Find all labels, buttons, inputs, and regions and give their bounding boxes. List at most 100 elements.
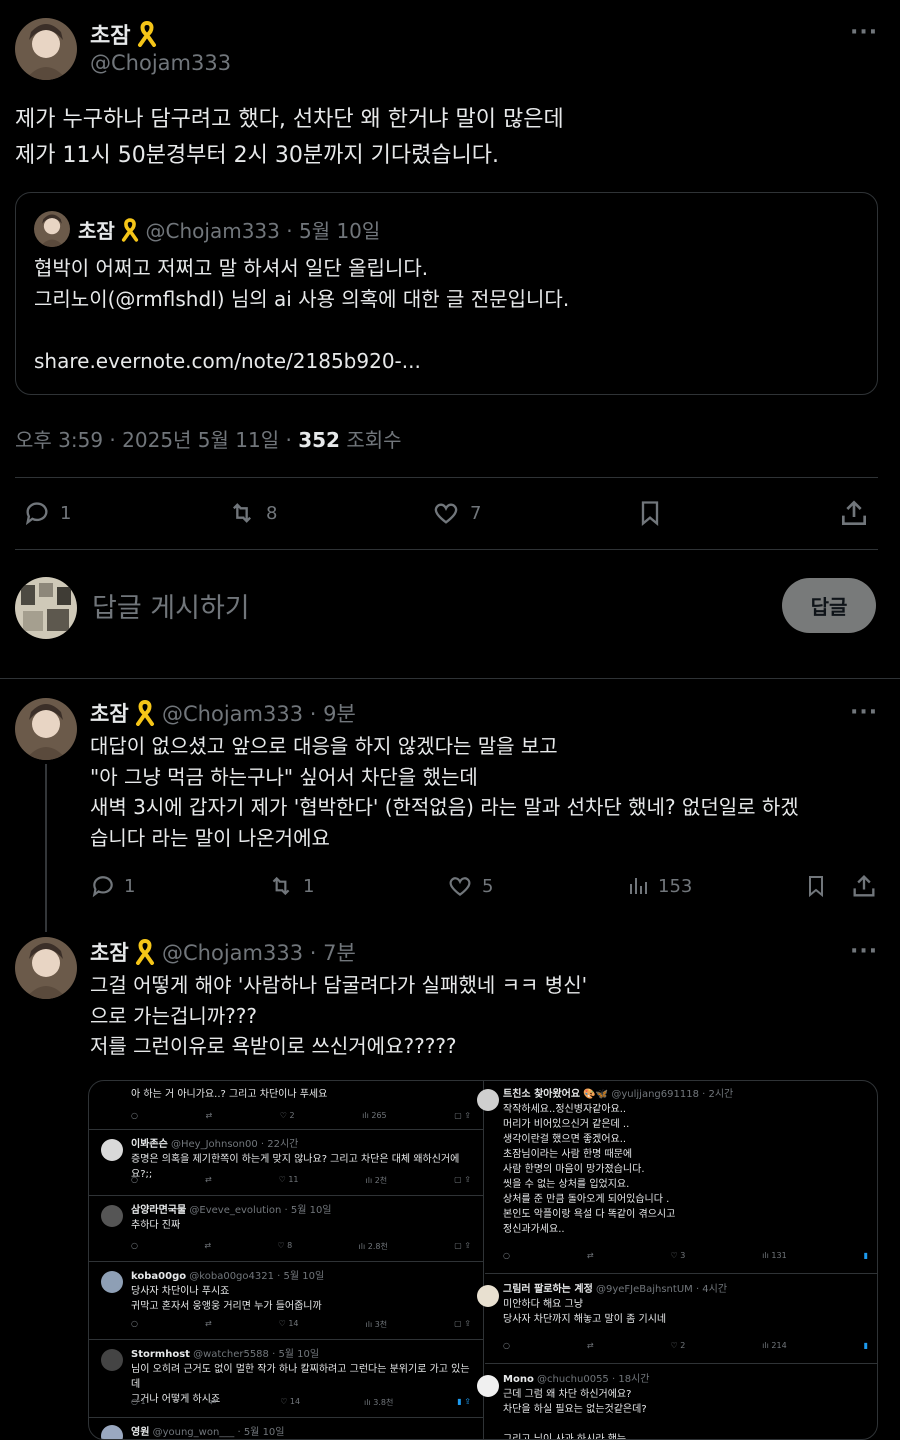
image-commenter-avatar <box>477 1089 499 1111</box>
quoted-text-line: 그리노이(@rmflshdl) 님의 ai 사용 의혹에 대한 글 전문입니다. <box>34 287 570 311</box>
quoted-date: · 5월 10일 <box>286 219 381 243</box>
reply-header: 초잠 @Chojam333 · 9분 <box>90 698 356 731</box>
tweet-timestamp[interactable]: 오후 3:59 · 2025년 5월 11일 · <box>15 428 292 452</box>
more-options-icon[interactable]: ··· <box>850 20 878 45</box>
heart-icon <box>449 877 471 897</box>
repost-count: 8 <box>266 502 278 524</box>
bookmark-button[interactable] <box>636 497 664 529</box>
image-comment-actions: ○ 1 ⇄ ♡ 14 ılı 3.8천 ▮ ⇪ <box>131 1397 471 1407</box>
image-comment: 영원 @young_won___ · 5월 10일 <box>131 1427 285 1438</box>
views-label: 조회수 <box>346 428 402 452</box>
reply-icon <box>92 876 113 898</box>
thread-line <box>45 764 47 932</box>
image-comment: Mono @chuchu0055 · 18시간 근데 그럼 왜 차단 하신거에요… <box>503 1374 650 1440</box>
image-comment-actions: ○ ⇄ ♡ 2 ılı 265 ▢ ⇪ <box>131 1111 471 1120</box>
reply-header: 초잠 @Chojam333 · 7분 <box>90 937 356 970</box>
quoted-author-handle: @Chojam333 <box>145 219 280 243</box>
reply-text: 대답이 없으셨고 앞으로 대응을 하지 않겠다는 말을 보고 "아 그냥 먹금 … <box>90 731 799 853</box>
reply-count: 1 <box>124 875 136 897</box>
image-comment-actions: ○ ⇄ ♡ 8 ılı 2.8천 ▢ ⇪ <box>131 1241 471 1251</box>
like-count: 5 <box>482 875 494 897</box>
reply-author-avatar[interactable] <box>15 698 77 760</box>
reply-text-line: "아 그냥 먹금 하는구나" 싶어서 차단을 했는데 <box>90 764 478 789</box>
image-commenter-avatar <box>101 1425 123 1439</box>
tweet-text-line: 제가 누구하나 담구려고 했다, 선차단 왜 한거냐 말이 많은데 <box>15 107 564 132</box>
reply-button[interactable]: 1 <box>22 499 71 527</box>
like-button[interactable]: 7 <box>430 499 481 527</box>
image-commenter-avatar <box>477 1375 499 1397</box>
share-icon <box>842 500 866 525</box>
views-icon <box>630 878 647 894</box>
my-avatar[interactable] <box>15 577 77 639</box>
yellow-ribbon-icon <box>135 699 155 731</box>
share-icon <box>853 875 875 897</box>
reply-input[interactable]: 답글 게시하기 <box>92 586 250 625</box>
image-commenter-avatar <box>101 1139 123 1161</box>
reply-count: 1 <box>60 502 72 524</box>
tweet-meta: 오후 3:59 · 2025년 5월 11일 · 352 조회수 <box>15 424 402 453</box>
quoted-author-name: 초잠 <box>78 219 115 243</box>
author-name[interactable]: 초잠 <box>90 24 130 49</box>
image-comment-actions: ○ ⇄ ♡ 3 ılı 131 ▮ <box>503 1251 868 1260</box>
reply-text-line: 습니다 라는 말이 나온거에요 <box>90 825 330 850</box>
reply-author-avatar[interactable] <box>15 937 77 999</box>
quoted-text: 협박이 어쩌고 저쩌고 말 하셔서 일단 올립니다. 그리노이(@rmflshd… <box>34 253 569 377</box>
reply-button[interactable]: 1 <box>90 873 135 899</box>
image-comment-actions: ○ ⇄ ♡ 2 ılı 214 ▮ <box>503 1341 868 1350</box>
yellow-ribbon-icon <box>135 938 155 970</box>
image-comment: 아 하는 거 아니가요..? 그리고 차단이나 푸세요 <box>131 1089 328 1100</box>
author-handle[interactable]: @Chojam333 <box>90 51 231 75</box>
more-options-icon[interactable]: ··· <box>850 700 878 725</box>
bookmark-button[interactable] <box>804 872 828 900</box>
reply-time[interactable]: · 7분 <box>310 941 356 965</box>
yellow-ribbon-icon <box>137 20 157 53</box>
quoted-header: 초잠 @Chojam333 · 5월 10일 <box>78 215 380 247</box>
author-avatar[interactable] <box>15 18 77 80</box>
reply-icon <box>25 502 48 526</box>
attached-image[interactable]: 아 하는 거 아니가요..? 그리고 차단이나 푸세요 ○ ⇄ ♡ 2 ılı 265… <box>88 1080 878 1440</box>
image-comment-actions: ○ ⇄ ♡ 11 ılı 2천 ▢ ⇪ <box>131 1175 471 1185</box>
image-left-column: 아 하는 거 아니가요..? 그리고 차단이나 푸세요 ○ ⇄ ♡ 2 ılı 265… <box>89 1081 484 1439</box>
repost-button[interactable]: 1 <box>267 873 314 899</box>
more-options-icon[interactable]: ··· <box>850 939 878 964</box>
reply-author-name[interactable]: 초잠 <box>90 702 129 726</box>
reply-author-name[interactable]: 초잠 <box>90 941 129 965</box>
divider <box>0 678 900 679</box>
image-commenter-avatar <box>101 1205 123 1227</box>
image-comment-actions: ○ ⇄ ♡ 14 ılı 3천 ▢ ⇪ <box>131 1319 471 1329</box>
reply-submit-button[interactable]: 답글 <box>782 578 876 633</box>
repost-count: 1 <box>303 875 315 897</box>
heart-icon <box>434 503 458 524</box>
reply-text-line: 저를 그런이유로 욕받이로 쓰신거에요????? <box>90 1034 457 1058</box>
bookmark-icon <box>641 501 659 526</box>
repost-button[interactable]: 8 <box>226 499 277 527</box>
reply-text-line: 새벽 3시에 갑자기 제가 '협박한다' (한적없음) 라는 말과 선차단 했네… <box>90 795 799 819</box>
reply-time[interactable]: · 9분 <box>310 702 356 726</box>
reply-text: 그걸 어떻게 해야 '사람하나 담굴려다가 실패했네 ㅋㅋ 병신' 으로 가는겁… <box>90 970 587 1062</box>
quoted-link[interactable]: share.evernote.com/note/2185b920-... <box>34 346 569 377</box>
share-button[interactable] <box>838 497 870 529</box>
views-button[interactable]: 153 <box>626 873 692 899</box>
image-commenter-avatar <box>477 1285 499 1307</box>
quoted-author-avatar <box>34 211 70 247</box>
image-comment: 그림러 팔로하는 계정 @9yeFJeBajhsntUM · 4시간 미안하다 … <box>503 1284 728 1325</box>
image-right-column: 트친소 찾아왔어요 🎨🦋 @yuljjang691118 · 2시간 작작하세요… <box>477 1081 877 1440</box>
tweet-text-line: 제가 11시 50분경부터 2시 30분까지 기다렸습니다. <box>15 143 500 168</box>
divider <box>15 477 878 478</box>
bookmark-icon <box>809 876 823 898</box>
quoted-text-line: 협박이 어쩌고 저쩌고 말 하셔서 일단 올립니다. <box>34 256 429 280</box>
reply-text-line: 으로 가는겁니까??? <box>90 1003 258 1028</box>
repost-icon <box>272 876 290 896</box>
tweet-text: 제가 누구하나 담구려고 했다, 선차단 왜 한거냐 말이 많은데 제가 11시… <box>15 102 564 174</box>
like-button[interactable]: 5 <box>446 873 493 899</box>
views-count: 352 <box>298 428 340 452</box>
views-count: 153 <box>658 875 693 897</box>
reply-author-handle[interactable]: @Chojam333 <box>162 702 303 726</box>
reply-author-handle[interactable]: @Chojam333 <box>162 941 303 965</box>
image-comment: 삼양라면국물 @Eveve_evolution · 5월 10일 추하다 진짜 <box>131 1205 332 1231</box>
repost-icon <box>233 503 251 523</box>
share-button[interactable] <box>850 872 878 900</box>
quoted-tweet[interactable]: 초잠 @Chojam333 · 5월 10일 협박이 어쩌고 저쩌고 말 하셔서… <box>15 192 878 395</box>
image-commenter-avatar <box>101 1271 123 1293</box>
image-comment: koba00go @koba00go4321 · 5월 10일 당사자 차단이나… <box>131 1271 325 1312</box>
